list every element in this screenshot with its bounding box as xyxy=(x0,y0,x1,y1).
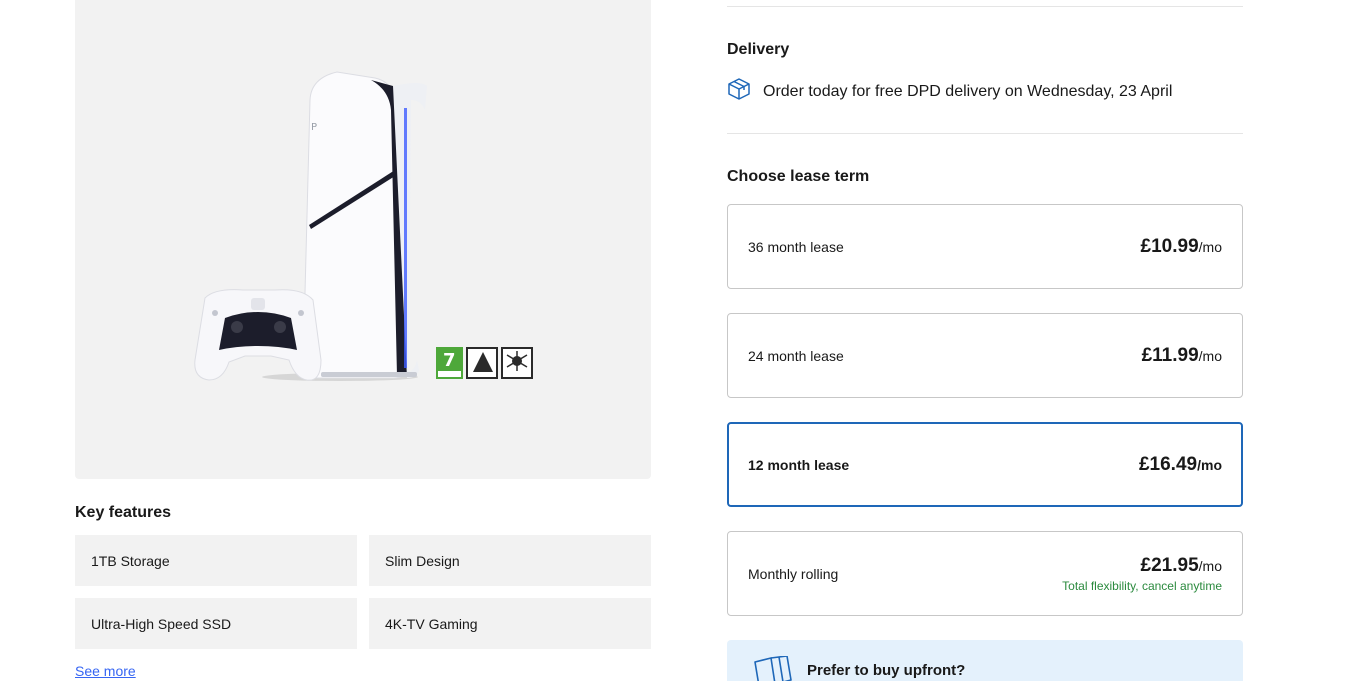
lease-option-12-month[interactable]: 12 month lease £16.49/mo xyxy=(727,422,1243,507)
key-features-grid: 1TB Storage Slim Design Ultra-High Speed… xyxy=(75,535,651,649)
console-illustration: P 7 xyxy=(194,71,533,381)
lease-option-label: Monthly rolling xyxy=(748,565,839,582)
product-image[interactable]: P 7 xyxy=(75,0,651,479)
see-more-link[interactable]: See more xyxy=(75,663,136,679)
feature-tile: Slim Design xyxy=(369,535,651,586)
lease-price-value: £10.99 xyxy=(1140,235,1199,257)
divider xyxy=(727,133,1243,134)
pegi-rating: 7 xyxy=(443,350,456,371)
lease-price: £11.99/mo xyxy=(1142,345,1222,367)
buy-upfront-banner[interactable]: Prefer to buy upfront? xyxy=(727,640,1243,681)
lease-option-label: 24 month lease xyxy=(748,347,844,364)
lease-option-36-month[interactable]: 36 month lease £10.99/mo xyxy=(727,204,1243,289)
lease-option-label: 12 month lease xyxy=(748,456,850,473)
lease-option-note: Total flexibility, cancel anytime xyxy=(1062,578,1222,593)
pegi-badges: 7 xyxy=(436,347,533,379)
lease-price-value: £21.95 xyxy=(1140,554,1199,576)
buy-upfront-title: Prefer to buy upfront? xyxy=(807,662,966,679)
lease-price-period: /mo xyxy=(1198,557,1222,574)
lease-price-period: /mo xyxy=(1198,347,1222,364)
delivery-info: Order today for free DPD delivery on Wed… xyxy=(727,77,1172,106)
lease-option-monthly-rolling[interactable]: Monthly rolling £21.95/mo Total flexibil… xyxy=(727,531,1243,616)
lease-term-title: Choose lease term xyxy=(727,168,870,185)
key-features-title: Key features xyxy=(75,504,172,521)
feature-tile: 4K-TV Gaming xyxy=(369,598,651,649)
lease-price-period: /mo xyxy=(1197,456,1222,473)
feature-tile: Ultra-High Speed SSD xyxy=(75,598,357,649)
delivery-text: Order today for free DPD delivery on Wed… xyxy=(763,82,1173,100)
divider xyxy=(727,6,1243,7)
box-icon xyxy=(727,77,763,106)
lease-option-24-month[interactable]: 24 month lease £11.99/mo xyxy=(727,313,1243,398)
lease-price: £16.49/mo xyxy=(1139,454,1222,476)
lease-price-value: £11.99 xyxy=(1141,344,1199,366)
lease-option-label: 36 month lease xyxy=(748,238,844,255)
lease-price-value: £16.49 xyxy=(1138,453,1198,475)
lease-price: £10.99/mo xyxy=(1141,236,1222,258)
svg-text:P: P xyxy=(311,122,317,133)
lease-price-period: /mo xyxy=(1198,238,1222,255)
feature-tile: 1TB Storage xyxy=(75,535,357,586)
delivery-title: Delivery xyxy=(727,41,790,58)
lease-price: £21.95/mo Total flexibility, cancel anyt… xyxy=(1062,555,1222,593)
